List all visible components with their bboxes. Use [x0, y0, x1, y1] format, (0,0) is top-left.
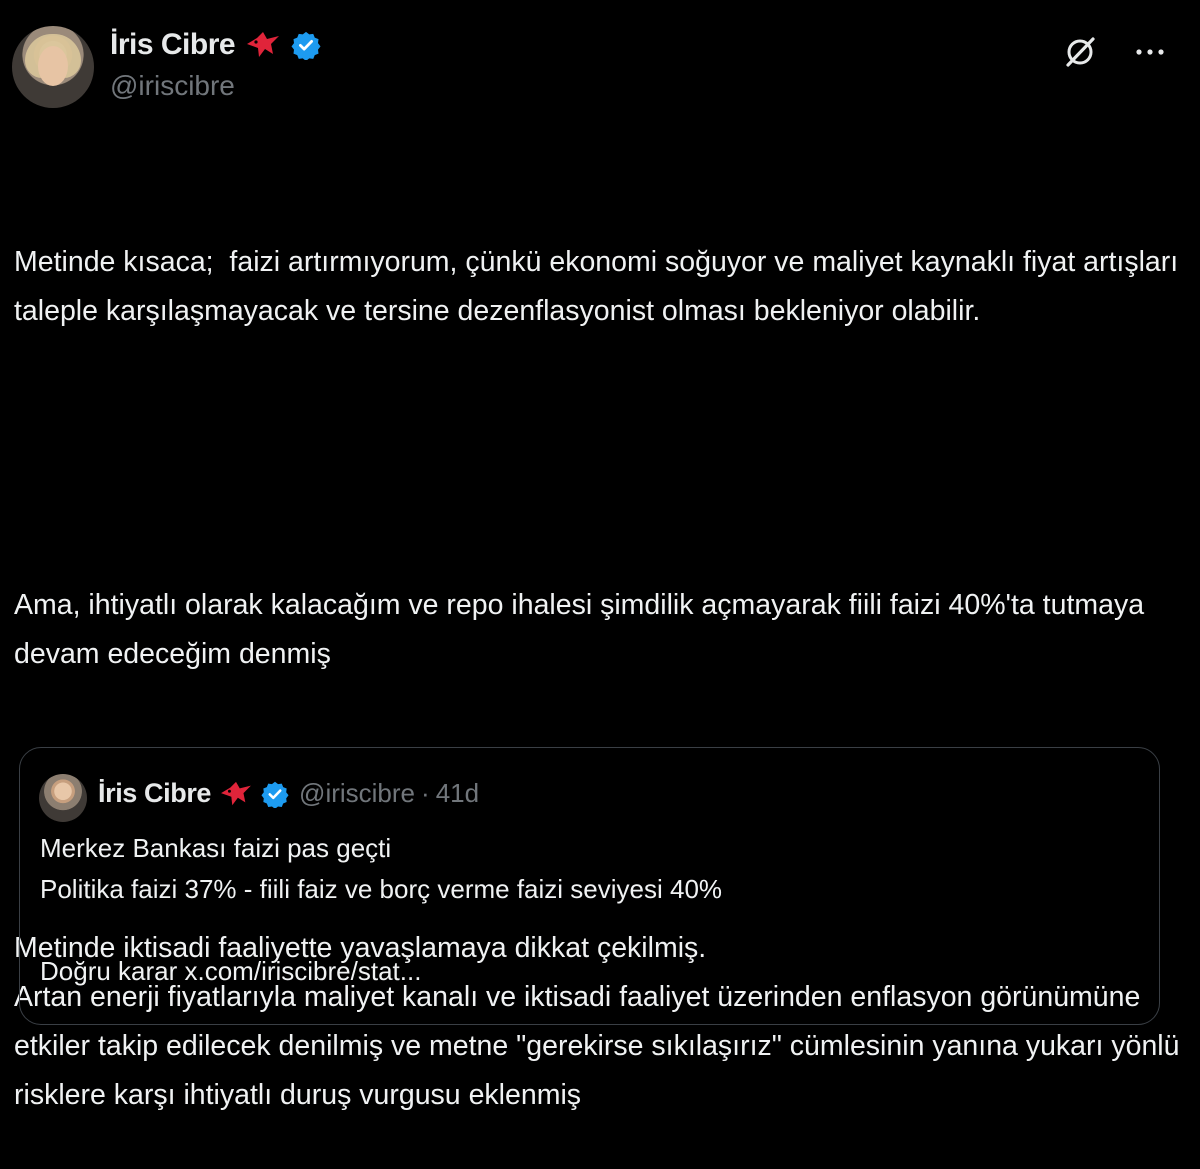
red-bird-icon [247, 32, 280, 57]
quoted-tweet[interactable]: İris Cibre @iriscibre · 41d Merkez Banka… [19, 747, 1160, 1025]
verified-badge-icon [261, 781, 289, 808]
author-name[interactable]: İris Cibre [110, 28, 236, 62]
quoted-author-handle[interactable]: @iriscibre [299, 778, 415, 809]
quoted-tweet-text: Merkez Bankası faizi pas geçti Politika … [40, 833, 723, 986]
quoted-author-avatar[interactable] [39, 774, 87, 822]
tweet-paragraph: Metinde kısaca; faizi artırmıyorum, çünk… [14, 246, 1187, 327]
quoted-header: İris Cibre @iriscibre · 41d [98, 778, 479, 809]
verified-badge-icon [291, 31, 321, 60]
tweet-paragraph: Ama, ihtiyatlı olarak kalacağım ve repo … [14, 589, 1152, 670]
red-bird-icon [221, 781, 251, 805]
grok-icon[interactable] [1062, 34, 1098, 70]
more-options-icon[interactable] [1130, 34, 1170, 70]
ellipsis-icon [1136, 49, 1164, 55]
separator-dot: · [421, 778, 430, 808]
author-handle[interactable]: @iriscibre [110, 70, 235, 102]
author-avatar[interactable] [12, 26, 94, 108]
quoted-author-name[interactable]: İris Cibre [98, 778, 211, 809]
author-name-row: İris Cibre [110, 28, 321, 62]
quoted-timestamp[interactable]: 41d [436, 778, 479, 809]
tweet-header: İris Cibre @iriscibre [12, 24, 1188, 114]
